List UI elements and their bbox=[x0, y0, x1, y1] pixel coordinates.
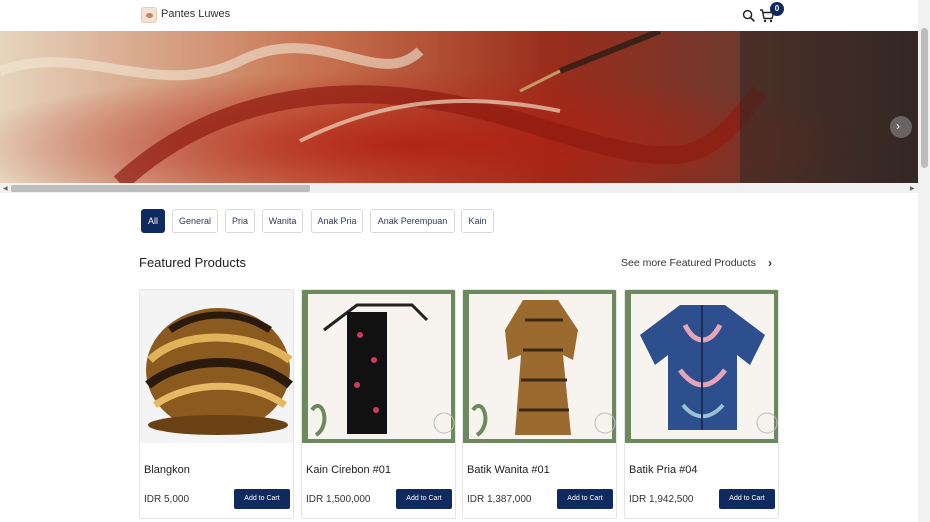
category-anak-perempuan[interactable]: Anak Perempuan bbox=[370, 209, 455, 233]
product-price: IDR 5,000 bbox=[144, 494, 190, 505]
product-card[interactable]: Kain Cirebon #01 IDR 1,500,000 Add to Ca… bbox=[301, 289, 456, 519]
product-name[interactable]: Batik Pria #04 bbox=[629, 464, 697, 476]
add-to-cart-button[interactable]: Add to Cart bbox=[557, 489, 613, 509]
featured-products-title: Featured Products bbox=[139, 255, 246, 270]
kain-cirebon-image bbox=[302, 290, 455, 443]
category-wanita[interactable]: Wanita bbox=[262, 209, 303, 233]
product-name[interactable]: Batik Wanita #01 bbox=[467, 464, 550, 476]
category-anak-pria[interactable]: Anak Pria bbox=[311, 209, 363, 233]
add-to-cart-button[interactable]: Add to Cart bbox=[234, 489, 290, 509]
batik-wanita-image bbox=[463, 290, 616, 443]
product-image[interactable] bbox=[625, 290, 778, 443]
hero-image bbox=[0, 31, 918, 183]
product-card[interactable]: Batik Wanita #01 IDR 1,387,000 Add to Ca… bbox=[462, 289, 617, 519]
product-price: IDR 1,500,000 bbox=[306, 494, 371, 505]
product-image[interactable] bbox=[463, 290, 616, 443]
product-name[interactable]: Blangkon bbox=[144, 464, 190, 476]
hero-carousel[interactable]: › bbox=[0, 31, 918, 183]
product-card[interactable]: Blangkon IDR 5,000 Add to Cart bbox=[139, 289, 294, 519]
brand-name[interactable]: Pantes Luwes bbox=[161, 8, 230, 20]
category-general[interactable]: General bbox=[172, 209, 218, 233]
category-kain[interactable]: Kain bbox=[461, 209, 494, 233]
chevron-right-icon: › bbox=[896, 119, 900, 133]
product-name[interactable]: Kain Cirebon #01 bbox=[306, 464, 391, 476]
product-card[interactable]: Batik Pria #04 IDR 1,942,500 Add to Cart bbox=[624, 289, 779, 519]
add-to-cart-button[interactable]: Add to Cart bbox=[396, 489, 452, 509]
product-price: IDR 1,942,500 bbox=[629, 494, 694, 505]
carousel-next-button[interactable]: › bbox=[890, 116, 912, 138]
search-icon[interactable] bbox=[742, 9, 755, 22]
horizontal-scroll-thumb[interactable] bbox=[11, 185, 310, 192]
scroll-right-arrow-icon[interactable]: ▶ bbox=[910, 185, 915, 192]
product-price: IDR 1,387,000 bbox=[467, 494, 532, 505]
chevron-right-icon[interactable]: › bbox=[768, 256, 772, 270]
product-image[interactable] bbox=[302, 290, 455, 443]
vertical-scroll-thumb[interactable] bbox=[921, 28, 928, 168]
add-to-cart-button[interactable]: Add to Cart bbox=[719, 489, 775, 509]
scroll-left-arrow-icon[interactable]: ◀ bbox=[3, 185, 8, 192]
top-navbar: Pantes Luwes 0 bbox=[0, 0, 918, 31]
batik-pria-image bbox=[625, 290, 778, 443]
category-pria[interactable]: Pria bbox=[225, 209, 255, 233]
see-more-link[interactable]: See more Featured Products bbox=[621, 257, 756, 269]
category-all[interactable]: All bbox=[141, 209, 165, 233]
brand-logo[interactable] bbox=[141, 7, 157, 23]
blangkon-image bbox=[140, 290, 293, 443]
product-image[interactable] bbox=[140, 290, 293, 443]
cart-count-badge: 0 bbox=[770, 2, 784, 16]
